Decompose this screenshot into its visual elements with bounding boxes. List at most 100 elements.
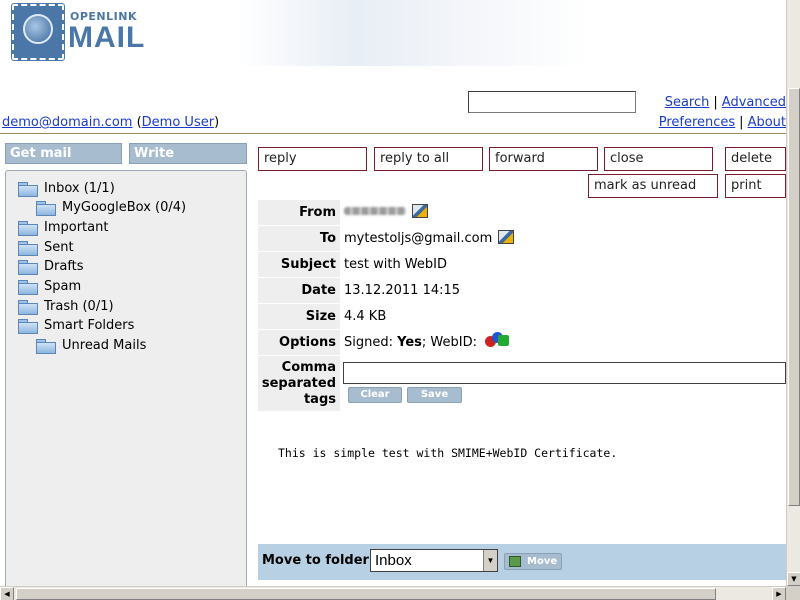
globe-icon [23, 14, 53, 44]
subject-value: test with WebID [340, 252, 786, 277]
folder-tree: Inbox (1/1) MyGoogleBox (0/4) Important … [5, 170, 247, 590]
scroll-down-arrow-icon[interactable]: ▼ [787, 572, 800, 586]
webid-icon[interactable] [485, 331, 511, 349]
to-row: To mytestoljs@gmail.com [258, 226, 786, 251]
preferences-link[interactable]: Preferences [659, 115, 735, 130]
date-row: Date 13.12.2011 14:15 [258, 278, 786, 303]
folder-label: Important [44, 220, 109, 235]
from-row: From [258, 200, 786, 225]
to-address: mytestoljs@gmail.com [344, 231, 493, 246]
redacted-sender [344, 207, 406, 215]
folder-select-value: Inbox [375, 552, 412, 569]
folder-label: MyGoogleBox (0/4) [62, 200, 187, 215]
remote-folder-icon [36, 201, 56, 216]
folder-label: Spam [44, 279, 82, 294]
about-link[interactable]: About [748, 115, 786, 130]
chevron-down-icon[interactable]: ▼ [483, 550, 497, 571]
folder-drafts[interactable]: Drafts [18, 259, 84, 275]
folder-icon [18, 260, 38, 275]
folder-icon [18, 182, 38, 197]
user-email-link[interactable]: demo@domain.com [2, 115, 132, 130]
folder-important[interactable]: Important [18, 220, 109, 236]
folder-sent[interactable]: Sent [18, 240, 74, 256]
folder-label: Trash (0/1) [44, 299, 114, 314]
folder-spam[interactable]: Spam [18, 279, 82, 295]
horizontal-scroll-thumb[interactable] [16, 588, 716, 600]
to-value: mytestoljs@gmail.com [340, 226, 786, 251]
tags-label: Comma separated tags [258, 356, 340, 411]
vertical-scroll-thumb[interactable] [788, 88, 800, 506]
tags-input[interactable] [343, 362, 786, 384]
search-input[interactable] [468, 91, 636, 113]
reply-button[interactable]: reply [258, 147, 367, 171]
close-button[interactable]: close [604, 147, 713, 171]
separator: | [739, 115, 744, 130]
subject-label: Subject [258, 252, 340, 277]
paren-close: ) [214, 115, 220, 130]
move-icon [509, 556, 521, 567]
tags-label-line: tags [303, 392, 336, 407]
header-divider [0, 133, 786, 134]
user-info: demo@domain.com (Demo User) [2, 115, 219, 130]
write-button[interactable]: Write [129, 143, 247, 164]
horizontal-scrollbar[interactable]: ◀ ▶ [0, 586, 786, 600]
options-label: Options [258, 330, 340, 355]
folder-select[interactable]: Inbox ▼ [370, 549, 498, 572]
contact-card-icon[interactable] [412, 204, 428, 218]
size-label: Size [258, 304, 340, 329]
signed-value: Yes [397, 335, 422, 350]
signed-label: Signed: [344, 335, 393, 350]
save-tags-button[interactable]: Save [407, 387, 462, 403]
account-links: Preferences | About [600, 115, 786, 130]
folder-label: Inbox (1/1) [44, 181, 115, 196]
tags-label-line: Comma [281, 360, 336, 375]
forward-button[interactable]: forward [489, 147, 598, 171]
app-header: OPENLINK MAIL [0, 0, 786, 66]
folder-label: Unread Mails [62, 338, 147, 353]
search-link[interactable]: Search [665, 95, 710, 110]
size-value: 4.4 KB [340, 304, 786, 329]
print-button[interactable]: print [725, 174, 786, 198]
get-mail-button[interactable]: Get mail [5, 143, 122, 164]
subject-row: Subject test with WebID [258, 252, 786, 277]
folder-label: Smart Folders [44, 318, 135, 333]
options-row: Options Signed: Yes; WebID: [258, 330, 786, 355]
date-value: 13.12.2011 14:15 [340, 278, 786, 303]
message-body: This is simple test with SMIME+WebID Cer… [278, 446, 618, 460]
folder-trash[interactable]: Trash (0/1) [18, 299, 114, 315]
folder-icon [18, 241, 38, 256]
mark-unread-button[interactable]: mark as unread [588, 174, 718, 198]
webid-label: ; WebID: [421, 335, 478, 350]
from-value [340, 200, 786, 225]
move-label: Move to folder [262, 553, 369, 568]
tags-label-line: separated [261, 376, 336, 391]
folder-icon [36, 339, 56, 354]
advanced-search-link[interactable]: Advanced [722, 95, 786, 110]
logo-text-big: MAIL [68, 21, 146, 54]
user-name-link[interactable]: Demo User [142, 115, 214, 130]
to-label: To [258, 226, 340, 251]
delete-button[interactable]: delete [725, 147, 786, 171]
folder-inbox[interactable]: Inbox (1/1) [18, 181, 115, 197]
folder-label: Drafts [44, 259, 84, 274]
folder-label: Sent [44, 240, 74, 255]
move-button-label: Move [527, 556, 558, 567]
options-value: Signed: Yes; WebID: [340, 330, 786, 355]
scroll-right-arrow-icon[interactable]: ▶ [772, 587, 786, 600]
vertical-scrollbar[interactable]: ▼ [786, 0, 800, 586]
date-label: Date [258, 278, 340, 303]
folder-unread-mails[interactable]: Unread Mails [36, 338, 147, 354]
reply-all-button[interactable]: reply to all [374, 147, 483, 171]
contact-card-icon[interactable] [498, 230, 515, 244]
folder-icon [18, 221, 38, 236]
top-links: Search | Advanced [640, 95, 786, 110]
clear-tags-button[interactable]: Clear [348, 387, 402, 403]
from-label: From [258, 200, 340, 225]
folder-mygooglebox[interactable]: MyGoogleBox (0/4) [36, 200, 187, 216]
scroll-left-arrow-icon[interactable]: ◀ [0, 587, 14, 600]
folder-icon [18, 280, 38, 295]
move-to-folder-bar: Move to folder Inbox ▼ Move [258, 544, 786, 580]
move-button[interactable]: Move [504, 553, 562, 570]
folder-smart-folders[interactable]: Smart Folders [18, 318, 135, 334]
size-row: Size 4.4 KB [258, 304, 786, 329]
